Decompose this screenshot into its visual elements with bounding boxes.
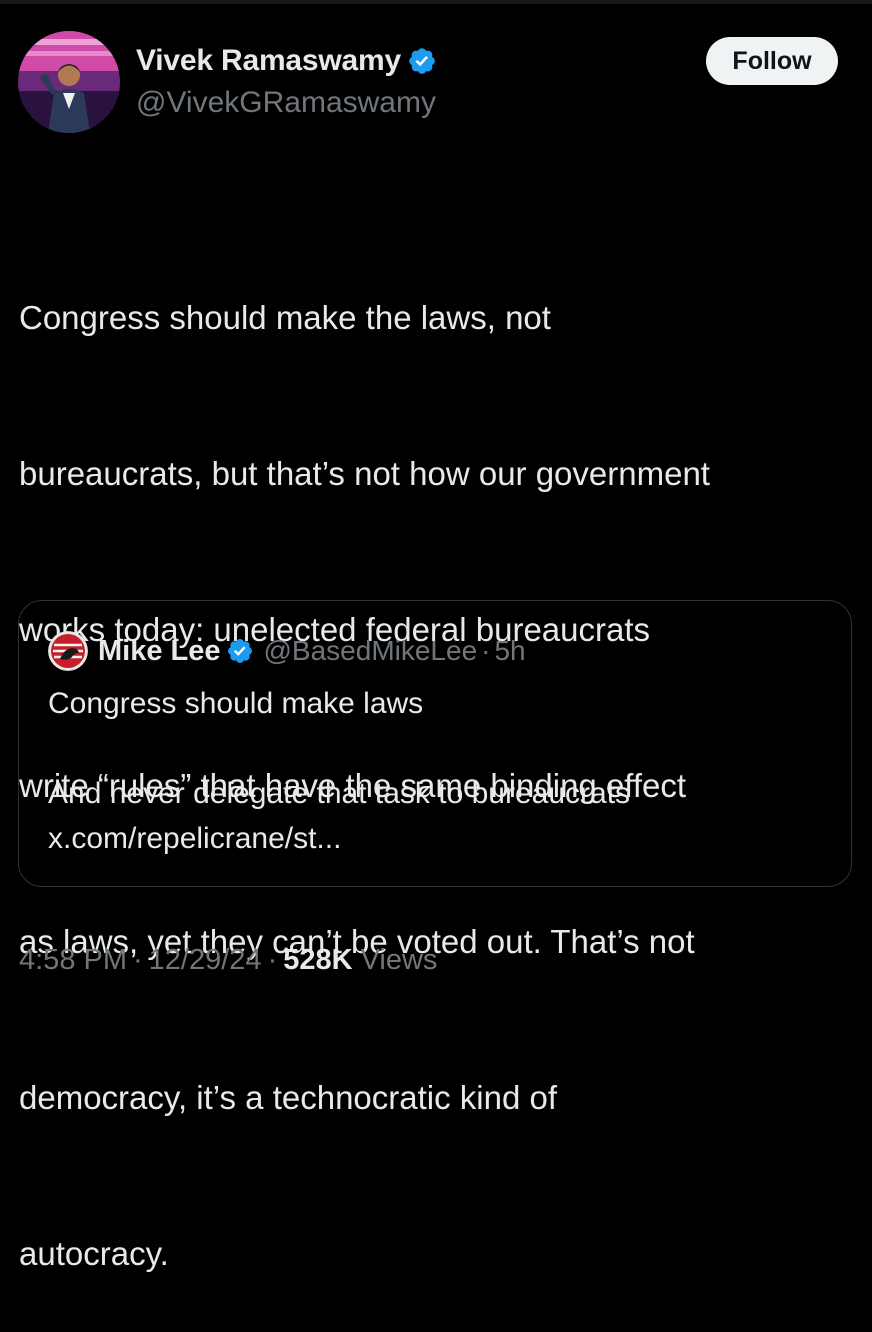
tweet-metadata: 4:58 PM · 12/29/24 · 528K Views	[19, 938, 437, 982]
views-label[interactable]: Views	[361, 944, 438, 977]
separator-dot: ·	[133, 943, 143, 976]
author-handle[interactable]: @VivekGRamaswamy	[136, 86, 436, 120]
quoted-tweet-text: Congress should make laws And never dele…	[48, 681, 828, 861]
top-divider	[0, 0, 872, 4]
tweet-date[interactable]: 12/29/24	[149, 944, 262, 977]
separator-dot: ·	[481, 635, 491, 666]
quoted-text-line: And never delegate that task to bureaucr…	[48, 777, 631, 810]
quoted-tweet-card[interactable]: Mike Lee @BasedMikeLee · 5h Congress sho…	[18, 600, 852, 887]
author-name-row: Vivek Ramaswamy	[136, 40, 437, 82]
verified-badge-icon[interactable]	[407, 46, 437, 76]
quoted-tweet-time[interactable]: 5h	[494, 635, 525, 667]
quoted-text-line: Congress should make laws	[48, 687, 424, 720]
tweet-text-line: Congress should make the laws, not	[19, 299, 551, 336]
quoted-author-name[interactable]: Mike Lee	[98, 635, 221, 668]
quoted-author-avatar[interactable]	[48, 631, 88, 671]
tweet-text-line: bureaucrats, but that’s not how our gove…	[19, 455, 710, 492]
follow-button[interactable]: Follow	[706, 37, 838, 85]
author-display-name[interactable]: Vivek Ramaswamy	[136, 44, 401, 78]
author-avatar[interactable]	[18, 31, 120, 133]
separator-dot: ·	[267, 943, 278, 976]
tweet-time[interactable]: 4:58 PM	[19, 944, 127, 977]
quoted-author-handle[interactable]: @BasedMikeLee	[264, 635, 478, 667]
tweet-text-line: autocracy.	[19, 1235, 169, 1272]
quoted-link-text: x.com/repelicrane/st...	[48, 822, 342, 855]
quoted-tweet-header: Mike Lee @BasedMikeLee · 5h	[98, 631, 526, 671]
tweet-text-line: democracy, it’s a technocratic kind of	[19, 1079, 558, 1116]
views-count[interactable]: 528K	[283, 944, 352, 977]
verified-badge-icon	[226, 637, 254, 665]
